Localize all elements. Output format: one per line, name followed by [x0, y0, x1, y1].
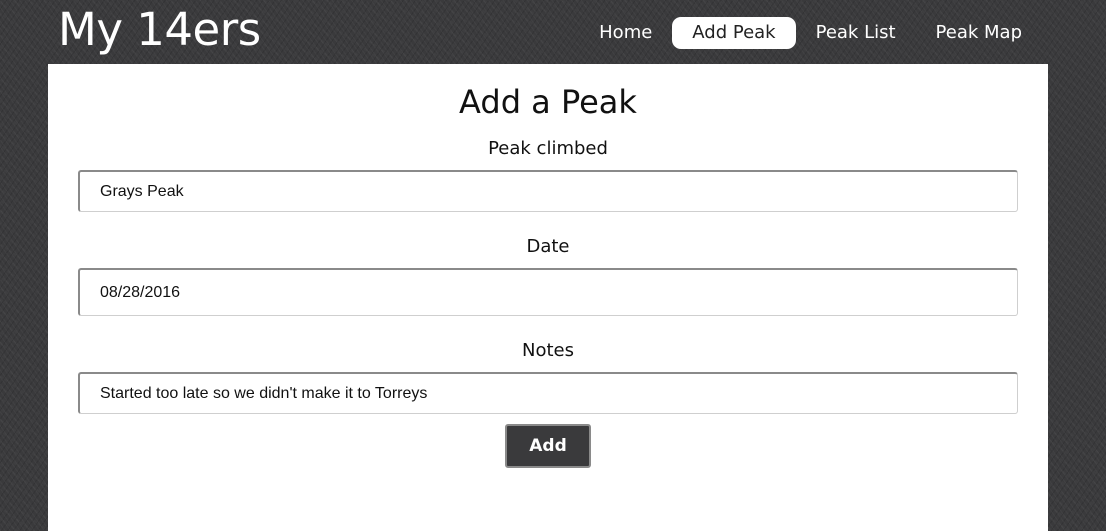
add-peak-panel: Add a Peak Peak climbed Date Notes Add [48, 64, 1048, 531]
nav-peak-list[interactable]: Peak List [796, 17, 916, 49]
nav-peak-map[interactable]: Peak Map [916, 17, 1042, 49]
notes-label: Notes [522, 340, 574, 361]
site-title: My 14ers [58, 3, 261, 56]
nav-home[interactable]: Home [579, 17, 672, 49]
add-button[interactable]: Add [505, 424, 591, 468]
main-nav: Home Add Peak Peak List Peak Map [579, 17, 1042, 49]
notes-input[interactable] [78, 372, 1018, 414]
nav-add-peak[interactable]: Add Peak [672, 17, 796, 49]
peak-climbed-label: Peak climbed [488, 138, 608, 159]
date-label: Date [526, 236, 570, 257]
page-title: Add a Peak [459, 83, 637, 121]
peak-climbed-input[interactable] [78, 170, 1018, 212]
date-input[interactable] [78, 268, 1018, 316]
